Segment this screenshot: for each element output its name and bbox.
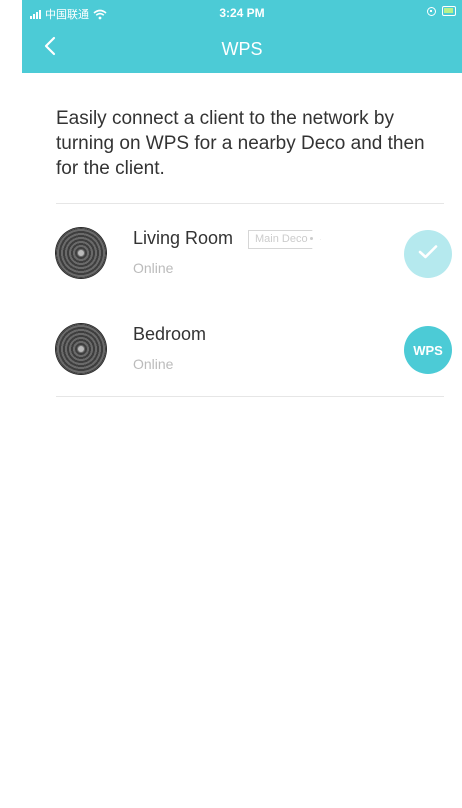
status-bar: 中国联通 3:24 PM [22,0,462,24]
divider [56,396,444,397]
page-title: WPS [221,39,263,59]
deco-status: Online [133,260,174,276]
deco-name: Living Room [133,228,234,248]
deco-device-icon [56,324,106,374]
deco-row-living-room: Living Room Main Deco Online [22,204,462,300]
badge-dot [309,237,313,240]
nav-bar: WPS [22,24,462,73]
status-time: 3:24 PM [219,6,265,20]
deco-list: Living Room Main Deco Online Bedroom Onl… [22,203,462,397]
status-right [427,6,456,16]
deco-status: Online [133,356,174,372]
wps-description: Easily connect a client to the network b… [56,108,425,179]
deco-device-icon [56,228,106,278]
orientation-lock-icon [427,6,436,16]
wps-enabled-button[interactable] [404,230,452,278]
battery-icon [442,6,456,16]
deco-row-bedroom: Bedroom Online WPS [22,300,462,396]
wps-screen: 中国联通 3:24 PM WPS Easily connect a client… [22,0,462,808]
deco-name: Bedroom [133,324,207,344]
header: 中国联通 3:24 PM WPS [22,0,462,73]
wps-button[interactable]: WPS [404,326,452,374]
check-icon [418,244,438,265]
main-deco-badge: Main Deco [248,230,321,249]
